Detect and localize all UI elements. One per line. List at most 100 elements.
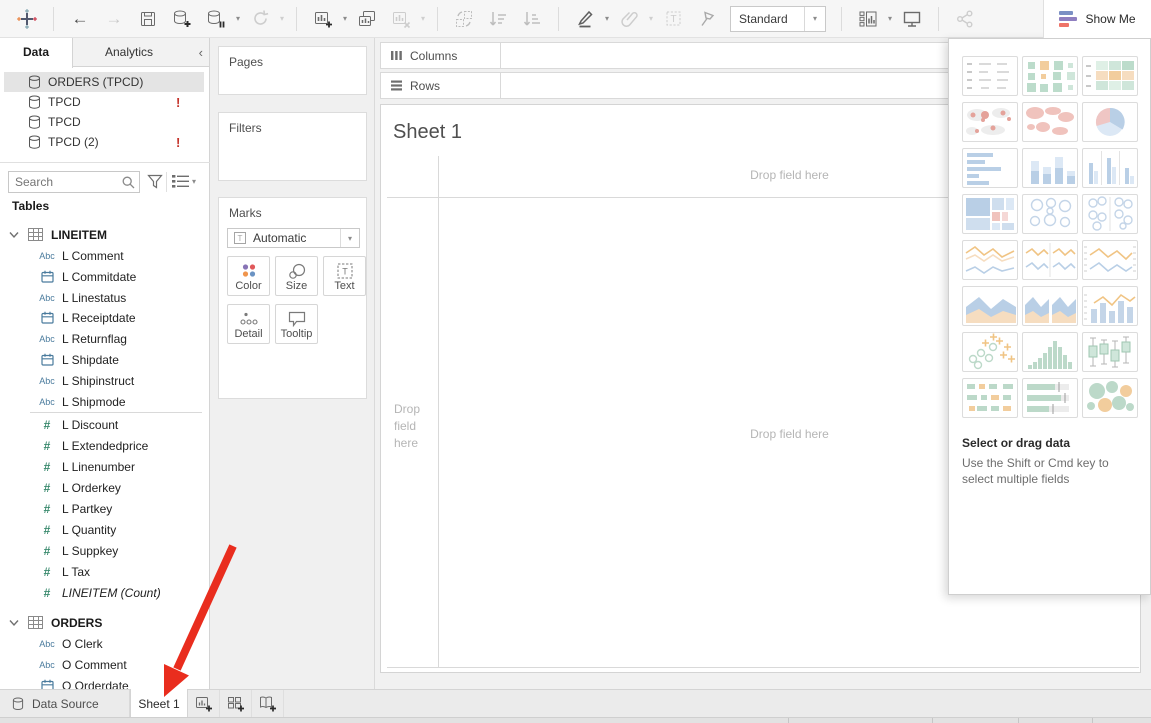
showme-histogram-thumbnail[interactable] xyxy=(1022,332,1078,372)
mark-type-caret-icon[interactable]: ▾ xyxy=(340,229,359,247)
fit-selector[interactable]: Standard ▾ xyxy=(730,6,826,32)
field-item[interactable]: AbcL Linestatus xyxy=(0,287,209,308)
highlight-caret-icon[interactable]: ▾ xyxy=(602,14,612,23)
data-source-item[interactable]: ORDERS (TPCD) xyxy=(4,72,204,92)
sheet-title[interactable]: Sheet 1 xyxy=(393,121,462,144)
new-data-source-icon[interactable] xyxy=(169,6,195,32)
field-item[interactable]: #L Suppkey xyxy=(0,540,209,561)
showme-dual-combination-thumbnail[interactable] xyxy=(1082,286,1138,326)
field-item[interactable]: #L Linenumber xyxy=(0,456,209,477)
field-item[interactable]: L Shipdate xyxy=(0,349,209,370)
chevron-down-icon[interactable] xyxy=(9,619,19,627)
field-item[interactable]: L Commitdate xyxy=(0,266,209,287)
showme-packed-bubbles-thumbnail[interactable] xyxy=(1082,378,1138,418)
showme-lines-discrete-thumbnail[interactable] xyxy=(1022,240,1078,280)
show-hide-cards-caret-icon[interactable]: ▾ xyxy=(885,14,895,23)
pane-tabs: Data Analytics ‹ xyxy=(0,38,209,67)
field-item[interactable]: AbcL Shipmode xyxy=(0,391,209,412)
showme-text-table-thumbnail[interactable] xyxy=(962,56,1018,96)
new-story-tab-button[interactable] xyxy=(252,690,284,718)
cards-panel: Pages Filters Marks T Automatic ▾ Color xyxy=(210,38,375,689)
showme-highlight-table-thumbnail[interactable] xyxy=(1082,56,1138,96)
showme-bullet-graph-thumbnail[interactable] xyxy=(1022,378,1078,418)
tooltip-button[interactable]: Tooltip xyxy=(275,304,318,344)
showme-area-continuous-thumbnail[interactable] xyxy=(962,286,1018,326)
text-button[interactable]: T Text xyxy=(323,256,366,296)
showme-side-by-side-bars-thumbnail[interactable] xyxy=(1082,148,1138,188)
svg-text:T: T xyxy=(342,267,348,277)
data-source-item[interactable]: TPCD ! xyxy=(4,92,204,112)
filters-shelf[interactable]: Filters xyxy=(218,112,367,181)
new-worksheet-tab-button[interactable] xyxy=(188,690,220,718)
new-worksheet-icon[interactable] xyxy=(310,6,336,32)
pause-auto-updates-caret-icon[interactable]: ▾ xyxy=(233,14,243,23)
chevron-down-icon[interactable] xyxy=(9,231,19,239)
showme-heat-map-thumbnail[interactable] xyxy=(1022,56,1078,96)
showme-symbol-map-thumbnail[interactable] xyxy=(962,102,1018,142)
rows-label: Rows xyxy=(410,79,440,93)
number-field-icon: # xyxy=(36,565,58,579)
fit-selector-caret-icon[interactable]: ▾ xyxy=(804,7,825,31)
tab-data[interactable]: Data xyxy=(0,38,73,68)
drop-zone-rows[interactable]: Drop field here xyxy=(394,401,434,452)
showme-treemap-thumbnail[interactable] xyxy=(962,194,1018,234)
field-item[interactable]: #L Quantity xyxy=(0,519,209,540)
table-group-orders[interactable]: ORDERS xyxy=(0,612,209,633)
showme-stacked-bars-thumbnail[interactable] xyxy=(1022,148,1078,188)
showme-gantt-thumbnail[interactable] xyxy=(962,378,1018,418)
view-options-caret-icon[interactable]: ▾ xyxy=(189,177,199,186)
showme-horizontal-bars-thumbnail[interactable] xyxy=(962,148,1018,188)
size-button[interactable]: Size xyxy=(275,256,318,296)
field-item[interactable]: #L Extendedprice xyxy=(0,435,209,456)
showme-box-and-whisker-thumbnail[interactable] xyxy=(1082,332,1138,372)
show-hide-cards-icon[interactable] xyxy=(855,6,881,32)
text-field-icon: Abc xyxy=(36,376,58,386)
showme-circle-views-thumbnail[interactable] xyxy=(1082,194,1138,234)
undo-icon[interactable]: ← xyxy=(67,6,93,32)
save-icon[interactable] xyxy=(135,6,161,32)
showme-circles-thumbnail[interactable] xyxy=(1022,194,1078,234)
new-dashboard-tab-button[interactable] xyxy=(220,690,252,718)
field-item[interactable]: L Receiptdate xyxy=(0,307,209,328)
field-item[interactable]: AbcL Returnflag xyxy=(0,328,209,349)
detail-button[interactable]: Detail xyxy=(227,304,270,344)
showme-lines-continuous-thumbnail[interactable] xyxy=(962,240,1018,280)
field-item[interactable]: #L Partkey xyxy=(0,498,209,519)
new-worksheet-caret-icon[interactable]: ▾ xyxy=(340,14,350,23)
highlight-icon[interactable] xyxy=(572,6,598,32)
field-item[interactable]: #L Tax xyxy=(0,561,209,582)
show-me-button[interactable]: Show Me xyxy=(1043,0,1151,38)
search-input[interactable] xyxy=(8,171,140,193)
field-item[interactable]: #L Orderkey xyxy=(0,477,209,498)
field-item[interactable]: AbcL Shipinstruct xyxy=(0,370,209,391)
view-options-icon[interactable]: ▾ xyxy=(172,174,199,189)
pages-shelf[interactable]: Pages xyxy=(218,46,367,95)
marks-card: Marks T Automatic ▾ Color Size xyxy=(218,197,367,399)
table-group-lineitem[interactable]: LINEITEM xyxy=(0,224,209,245)
error-badge: ! xyxy=(176,95,180,110)
data-source-item[interactable]: TPCD (2) ! xyxy=(4,132,204,152)
data-source-tab[interactable]: Data Source xyxy=(0,690,130,718)
showme-filled-map-thumbnail[interactable] xyxy=(1022,102,1078,142)
showme-dual-lines-thumbnail[interactable] xyxy=(1082,240,1138,280)
text-field-icon: Abc xyxy=(36,334,58,344)
showme-area-discrete-thumbnail[interactable] xyxy=(1022,286,1078,326)
sheet-1-tab[interactable]: Sheet 1 xyxy=(130,689,188,718)
presentation-mode-icon[interactable] xyxy=(899,6,925,32)
showme-pie-chart-thumbnail[interactable] xyxy=(1082,102,1138,142)
mark-type-dropdown[interactable]: T Automatic ▾ xyxy=(227,228,360,248)
field-item[interactable]: AbcO Clerk xyxy=(0,633,209,654)
collapse-pane-icon[interactable]: ‹ xyxy=(199,38,203,67)
field-item[interactable]: #LINEITEM (Count) xyxy=(0,582,209,603)
tab-analytics[interactable]: Analytics xyxy=(72,38,186,67)
showme-scatter-plot-thumbnail[interactable] xyxy=(962,332,1018,372)
duplicate-sheet-icon[interactable] xyxy=(354,6,380,32)
color-button[interactable]: Color xyxy=(227,256,270,296)
field-item[interactable]: AbcL Comment xyxy=(0,245,209,266)
data-source-item[interactable]: TPCD xyxy=(4,112,204,132)
mark-type-value: Automatic xyxy=(253,231,306,245)
filter-fields-icon[interactable] xyxy=(147,173,163,190)
pause-auto-updates-icon[interactable] xyxy=(203,6,229,32)
field-item[interactable]: #L Discount xyxy=(0,414,209,435)
field-item[interactable]: AbcO Comment xyxy=(0,654,209,675)
